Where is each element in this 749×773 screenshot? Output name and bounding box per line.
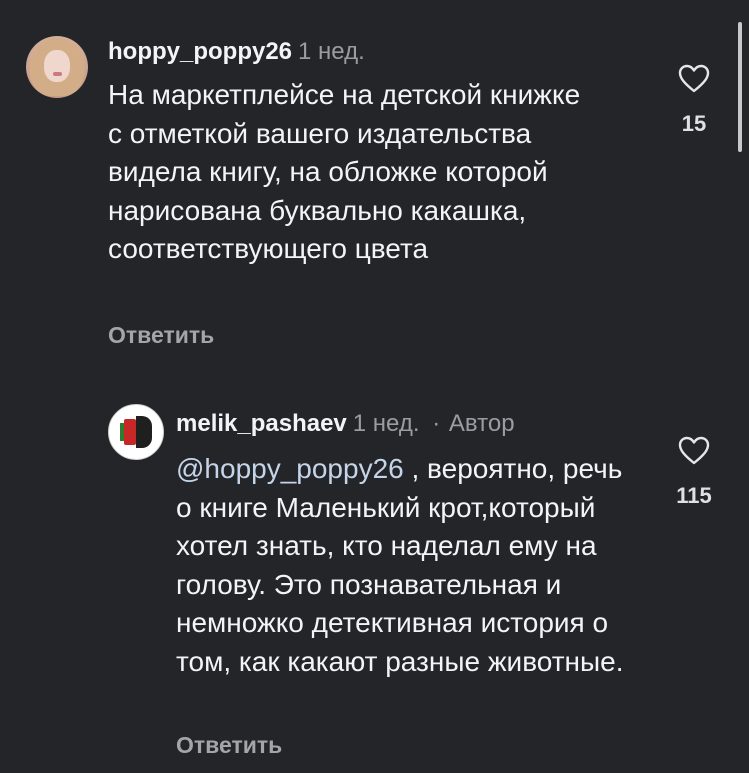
timestamp: 1 нед. <box>298 38 365 65</box>
scrollbar[interactable] <box>738 22 742 152</box>
heart-outline-icon <box>678 436 710 465</box>
comment-header: melik_pashaev 1 нед. · Автор <box>176 410 515 438</box>
comment-text: @hoppy_poppy26 , вероятно, речь о книге … <box>176 450 636 681</box>
username[interactable]: hoppy_poppy26 <box>108 38 292 65</box>
reply-button[interactable]: Ответить <box>108 322 214 349</box>
heart-outline-icon <box>678 64 710 93</box>
reply-button[interactable]: Ответить <box>176 732 282 759</box>
like-button[interactable]: 15 <box>662 64 726 137</box>
username[interactable]: melik_pashaev <box>176 410 347 437</box>
comment-text: На маркетплейсе на детской книжке с отме… <box>108 79 581 264</box>
comment-body: , вероятно, речь о книге Маленький крот,… <box>176 453 624 677</box>
avatar-hoppy[interactable] <box>26 36 88 98</box>
like-count: 15 <box>681 111 707 136</box>
like-button[interactable]: 115 <box>662 436 726 509</box>
avatar-melik[interactable] <box>108 404 164 460</box>
separator: · <box>432 410 441 437</box>
timestamp: 1 нед. <box>352 410 420 437</box>
author-badge: Автор <box>448 410 515 437</box>
like-count: 115 <box>676 483 712 508</box>
mention-link[interactable]: @hoppy_poppy26 <box>176 453 404 484</box>
comment-header: hoppy_poppy26 1 нед. <box>108 38 365 66</box>
